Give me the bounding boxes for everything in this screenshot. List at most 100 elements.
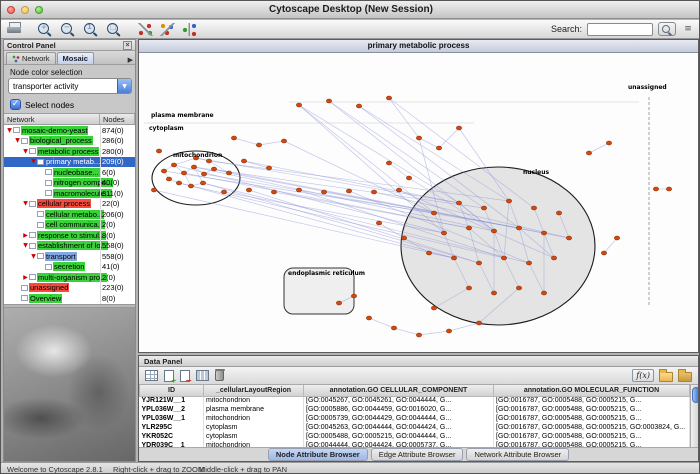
table-cell[interactable]: mitochondrion xyxy=(204,396,304,405)
graph-edge[interactable] xyxy=(259,141,284,145)
table-column-header[interactable]: _cellularLayoutRegion xyxy=(204,385,304,396)
plugin-tools-icon[interactable] xyxy=(182,23,197,36)
tab-overflow-icon[interactable]: ▶ xyxy=(128,56,133,64)
graph-edge[interactable] xyxy=(394,328,419,335)
graph-node[interactable] xyxy=(416,136,421,140)
graph-node[interactable] xyxy=(466,286,471,290)
tree-expander-icon[interactable]: ▼ xyxy=(14,137,21,144)
table-cell[interactable]: plasma membrane xyxy=(204,405,304,414)
graph-node[interactable] xyxy=(501,256,506,260)
graph-node[interactable] xyxy=(166,177,171,181)
graph-node[interactable] xyxy=(181,171,186,175)
graph-node[interactable] xyxy=(226,171,231,175)
column-header-network[interactable]: Network xyxy=(4,114,100,124)
close-panel-icon[interactable]: × xyxy=(123,41,132,50)
graph-node[interactable] xyxy=(566,236,571,240)
table-row[interactable]: YJR121W__1mitochondrion[GO:0045267, GO:0… xyxy=(140,396,690,405)
tab-node-attribute-browser[interactable]: Node Attribute Browser xyxy=(268,448,368,461)
create-attribute-icon[interactable] xyxy=(164,370,174,382)
graph-node[interactable] xyxy=(191,165,196,169)
tree-expander-icon[interactable]: ▶ xyxy=(22,274,29,281)
table-cell[interactable]: YKR052C xyxy=(140,432,204,441)
delete-attribute-icon[interactable] xyxy=(180,370,190,382)
tree-row[interactable]: ▼establishment of lo...558(0) xyxy=(4,241,135,252)
graph-node[interactable] xyxy=(614,236,619,240)
table-cell[interactable]: [GO:0005739, GO:0044429, GO:0044444, G..… xyxy=(304,414,494,423)
graph-node[interactable] xyxy=(211,167,216,171)
tree-expander-icon[interactable]: ▼ xyxy=(30,253,37,260)
table-cell[interactable]: YDR039C__1 xyxy=(140,441,204,447)
graph-node[interactable] xyxy=(161,169,166,173)
zoom-in-icon[interactable]: + xyxy=(37,22,53,37)
table-cell[interactable]: YLR295C xyxy=(140,423,204,432)
tree-row[interactable]: ▼metabolic process280(0) xyxy=(4,146,135,157)
graph-node[interactable] xyxy=(586,151,591,155)
tree-expander-icon[interactable]: ▼ xyxy=(30,158,37,165)
tree-row[interactable]: ▼cellular process22(0) xyxy=(4,199,135,210)
graph-edge[interactable] xyxy=(419,331,449,335)
graph-node[interactable] xyxy=(156,149,161,153)
search-go-button[interactable] xyxy=(658,22,676,36)
graph-edge[interactable] xyxy=(234,138,259,145)
table-cell[interactable]: YPL036W__1 xyxy=(140,414,204,423)
graph-node[interactable] xyxy=(266,166,271,170)
graph-node[interactable] xyxy=(601,251,606,255)
table-column-header[interactable]: ID xyxy=(140,385,204,396)
tree-row[interactable]: ▼mosaic-demo-yeast874(0) xyxy=(4,125,135,136)
graph-edge[interactable] xyxy=(379,223,404,238)
table-cell[interactable]: [GO:0045263, GO:0044444, GO:0044424, G..… xyxy=(304,423,494,432)
graph-node[interactable] xyxy=(386,161,391,165)
graph-edge[interactable] xyxy=(369,318,394,328)
graph-node[interactable] xyxy=(666,187,671,191)
table-column-header[interactable]: annotation.GO MOLECULAR_FUNCTION xyxy=(494,385,690,396)
graph-node[interactable] xyxy=(176,181,181,185)
table-cell[interactable]: [GO:0045267, GO:0045261, GO:0044444, G..… xyxy=(304,396,494,405)
graph-node[interactable] xyxy=(221,190,226,194)
delete-rows-icon[interactable] xyxy=(215,370,224,381)
table-cell[interactable]: cytoplasm xyxy=(204,432,304,441)
graph-node[interactable] xyxy=(200,181,205,185)
graph-node[interactable] xyxy=(526,261,531,265)
graph-node[interactable] xyxy=(456,126,461,130)
tree-row[interactable]: ▶multi-organism pro...2(0) xyxy=(4,272,135,283)
tab-mosaic[interactable]: Mosaic xyxy=(57,52,94,64)
tree-row[interactable]: secretion41(0) xyxy=(4,262,135,273)
table-column-header[interactable]: annotation.GO CELLULAR_COMPONENT xyxy=(304,385,494,396)
search-options-icon[interactable]: ≡ xyxy=(681,22,695,36)
graph-node[interactable] xyxy=(516,286,521,290)
graph-node[interactable] xyxy=(506,199,511,203)
select-attributes-icon[interactable] xyxy=(145,370,158,381)
table-cell[interactable]: [GO:0016787, GO:0005488, GO:0005215, G..… xyxy=(494,441,690,447)
graph-node[interactable] xyxy=(188,184,193,188)
graph-node[interactable] xyxy=(366,316,371,320)
column-header-nodes[interactable]: Nodes xyxy=(100,114,135,124)
graph-node[interactable] xyxy=(551,256,556,260)
graph-node[interactable] xyxy=(476,321,481,325)
graph-node[interactable] xyxy=(416,333,421,337)
graph-node[interactable] xyxy=(151,188,156,192)
graph-node[interactable] xyxy=(231,136,236,140)
tab-network[interactable]: Network xyxy=(6,52,56,64)
table-cell[interactable]: mitochondrion xyxy=(204,441,304,447)
tree-row[interactable]: nitrogen compo...40(0) xyxy=(4,178,135,189)
network-view-title[interactable]: primary metabolic process xyxy=(139,40,698,53)
table-row[interactable]: YPL036W__1mitochondrion[GO:0005739, GO:0… xyxy=(140,414,690,423)
graph-node[interactable] xyxy=(556,211,561,215)
table-cell[interactable]: [GO:0005488, GO:0005215, GO:0044444, G..… xyxy=(304,432,494,441)
graph-node[interactable] xyxy=(376,221,381,225)
table-cell[interactable]: cytoplasm xyxy=(204,423,304,432)
table-cell[interactable]: mitochondrion xyxy=(204,414,304,423)
table-scrollbar[interactable] xyxy=(690,385,698,447)
table-cell[interactable]: [GO:0016787, GO:0005488, GO:0005215, GO:… xyxy=(494,423,690,432)
tree-row[interactable]: ▶response to stimul...8(0) xyxy=(4,230,135,241)
graph-node[interactable] xyxy=(241,159,246,163)
graph-node[interactable] xyxy=(491,291,496,295)
zoom-fit-icon[interactable]: □ xyxy=(106,22,122,37)
tree-row[interactable]: cellular metabo...206(0) xyxy=(4,209,135,220)
graph-edge[interactable] xyxy=(449,323,479,331)
scrollbar-thumb[interactable] xyxy=(692,387,698,403)
formula-builder-button[interactable]: f(x) xyxy=(632,369,654,382)
export-attributes-icon[interactable] xyxy=(678,372,692,382)
tree-row[interactable]: cell communica...2(0) xyxy=(4,220,135,231)
graph-node[interactable] xyxy=(441,231,446,235)
